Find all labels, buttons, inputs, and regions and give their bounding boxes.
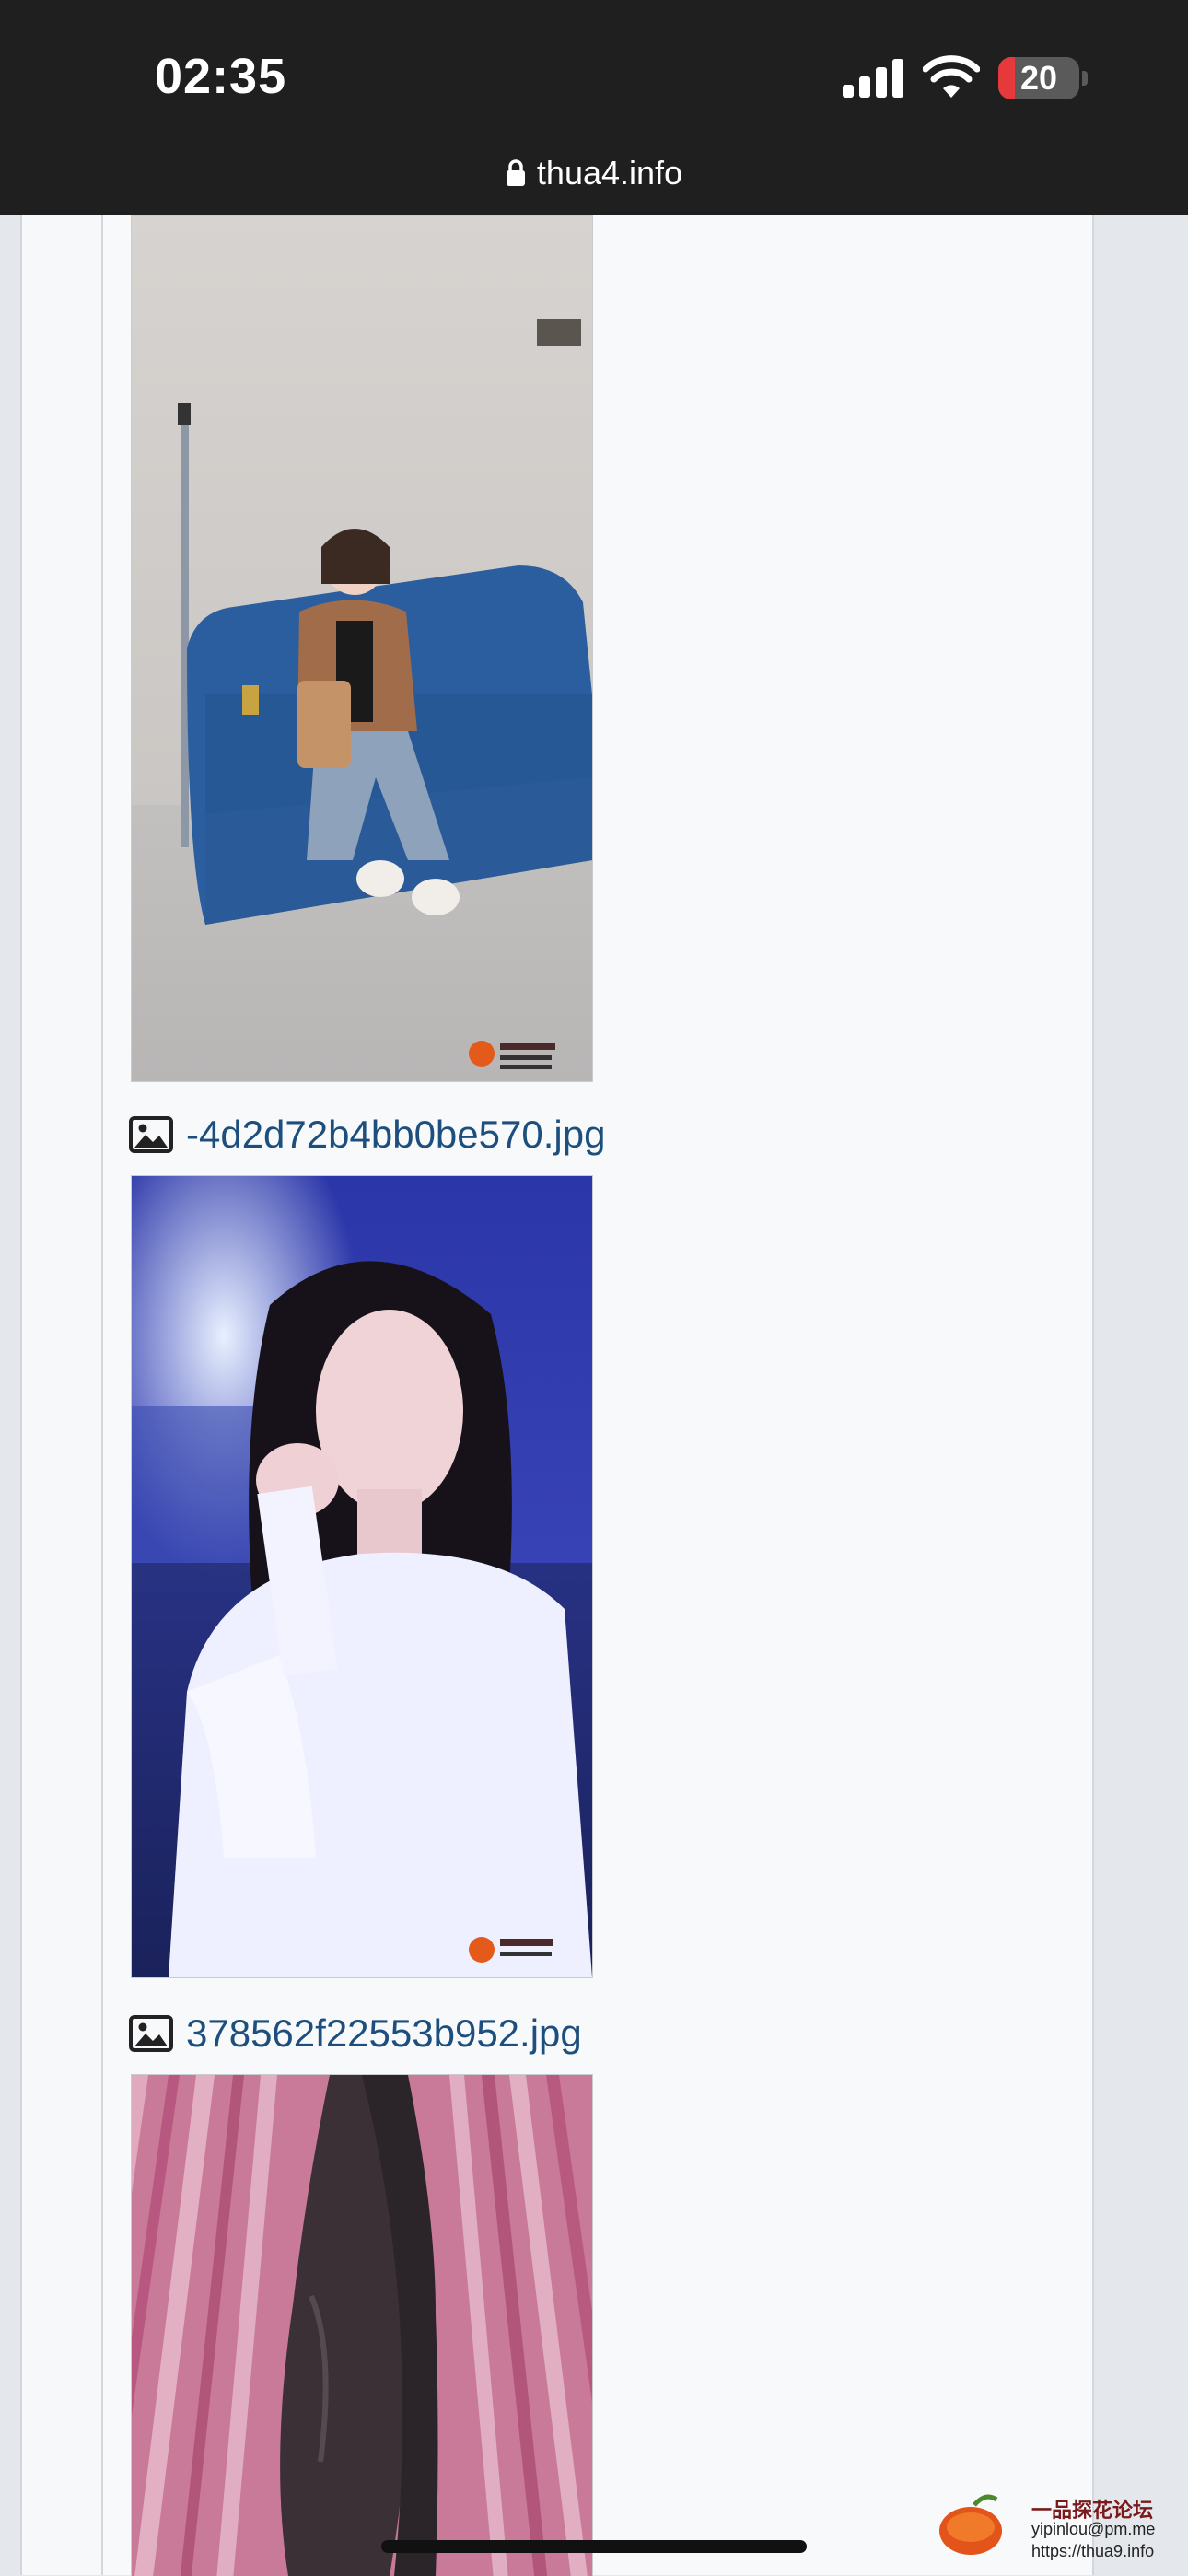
attached-image-3[interactable] (131, 2074, 593, 2576)
cellular-signal-icon (843, 59, 903, 98)
wifi-icon (923, 55, 980, 98)
battery-indicator: 20 (998, 57, 1079, 99)
watermark-email: yipinlou@pm.me (1031, 2520, 1156, 2538)
status-time: 02:35 (155, 49, 287, 104)
attached-image-1[interactable] (131, 215, 593, 1082)
attachment-row-3[interactable]: 378562f22553b952.jpg (129, 2008, 582, 2059)
striped-bed-photo (132, 2075, 592, 2576)
url-domain[interactable]: thua4.info (537, 154, 682, 192)
battery-percent: 20 (1019, 59, 1058, 97)
night-portrait-photo (132, 1176, 592, 1977)
lock-icon (506, 159, 525, 186)
attachment-row-2[interactable]: -4d2d72b4bb0be570.jpg (129, 1109, 605, 1160)
address-bar[interactable]: thua4.info (0, 147, 1188, 199)
image-file-icon (129, 2015, 173, 2052)
attachment-link-2[interactable]: -4d2d72b4bb0be570.jpg (186, 1113, 605, 1157)
sofa-photo (132, 216, 592, 1081)
attachment-link-3[interactable]: 378562f22553b952.jpg (186, 2011, 582, 2056)
watermark-url: https://thua9.info (1031, 2542, 1155, 2560)
home-indicator[interactable] (381, 2540, 807, 2553)
image-file-icon (129, 1116, 173, 1153)
attached-image-2[interactable] (131, 1175, 593, 1978)
browser-top-bar: 02:35 20 thua4.info (0, 0, 1188, 215)
battery-cap (1082, 71, 1088, 86)
